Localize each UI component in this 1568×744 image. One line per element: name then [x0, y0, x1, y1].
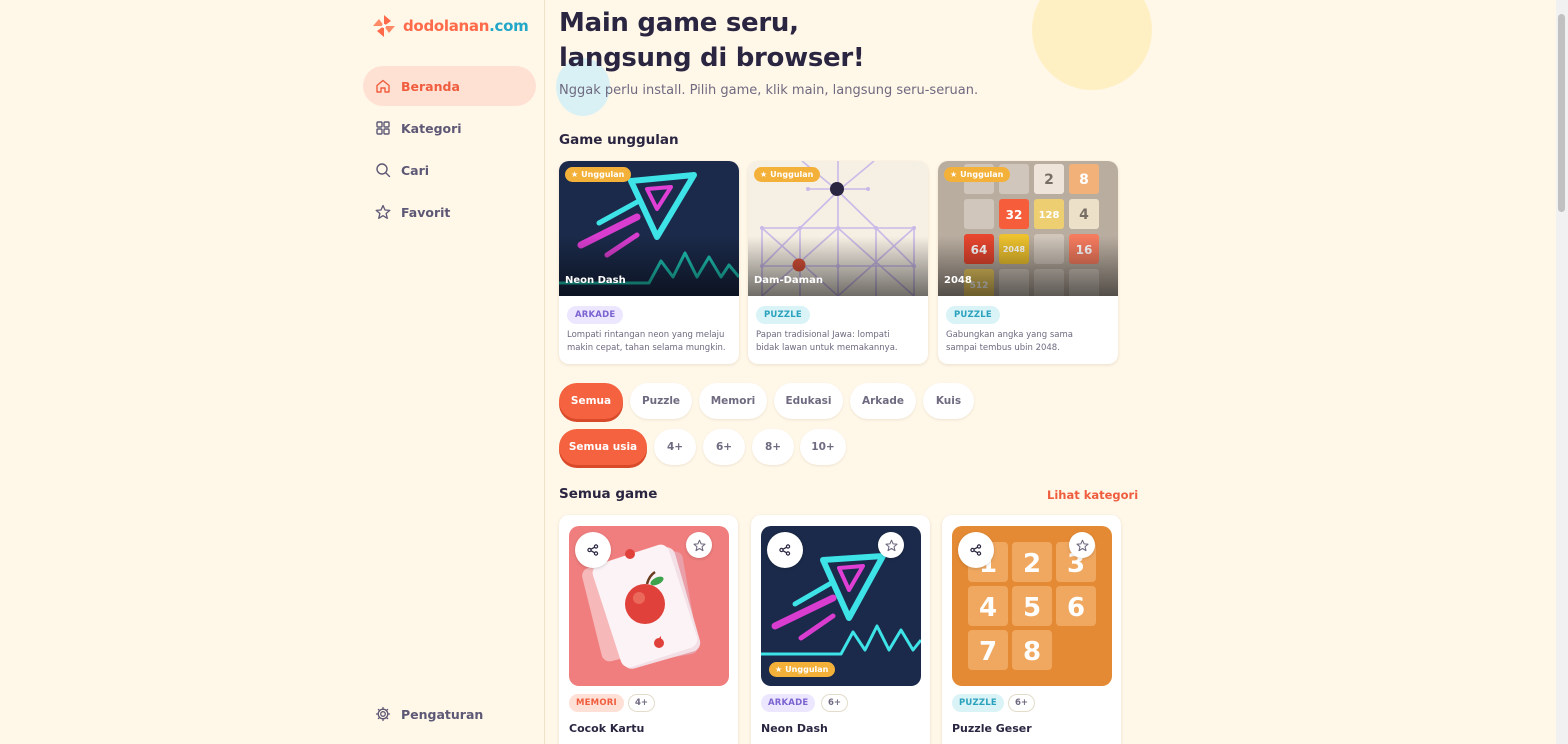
- grid-icon: [376, 121, 390, 135]
- brand-logo[interactable]: dodolanan.com: [371, 12, 529, 40]
- featured-badge: ★ Unggulan: [944, 167, 1011, 182]
- filter-age-10[interactable]: 10+: [800, 429, 846, 465]
- brand-name: dodolanan: [403, 17, 490, 35]
- sidebar-item-label: Kategori: [401, 120, 462, 136]
- game-card-title: Puzzle Geser: [952, 722, 1032, 735]
- featured-card-2048[interactable]: 2 8 32 128 4 64 2048 16 512 2048 ★Unggul…: [938, 161, 1118, 364]
- featured-card-desc: Papan tradisional Jawa: lompati bidak law…: [756, 330, 898, 353]
- favorite-button[interactable]: [1069, 532, 1095, 558]
- category-tag: ARKADE: [567, 306, 624, 324]
- sidebar-item-label: Beranda: [401, 78, 460, 94]
- svg-text:128: 128: [1039, 210, 1060, 221]
- svg-text:6: 6: [1067, 593, 1085, 623]
- page-title: Main game seru, langsung di browser!: [559, 6, 865, 76]
- star-icon: [375, 204, 391, 219]
- sidebar-item-label: Cari: [401, 162, 430, 178]
- age-badge: 6+: [821, 694, 849, 712]
- page-scrollbar[interactable]: [1556, 0, 1568, 744]
- sidebar-item-label: Pengaturan: [401, 706, 484, 722]
- filter-age-4[interactable]: 4+: [654, 429, 696, 465]
- svg-text:8: 8: [1079, 172, 1089, 188]
- game-card-puzzle-geser[interactable]: 1 2 3 4 5 6 7 8 PUZZLE 6+ Puzzle Geser: [942, 515, 1121, 744]
- share-icon: [587, 544, 599, 556]
- svg-text:2: 2: [1044, 172, 1054, 188]
- home-icon: [376, 79, 390, 93]
- game-card-title: Cocok Kartu: [569, 722, 645, 735]
- sidebar: dodolanan.com Beranda Kategori Cari Favo…: [0, 0, 545, 744]
- featured-card-desc: Lompati rintangan neon yang melaju makin …: [567, 330, 726, 353]
- filter-category-kuis[interactable]: Kuis: [923, 383, 974, 419]
- svg-text:5: 5: [1023, 593, 1041, 623]
- sidebar-item-label: Favorit: [401, 204, 451, 220]
- favorite-button[interactable]: [878, 532, 904, 558]
- svg-text:7: 7: [979, 637, 997, 667]
- scrollbar-thumb[interactable]: [1558, 14, 1565, 212]
- filter-category-arkade[interactable]: Arkade: [850, 383, 916, 419]
- sidebar-item-pengaturan[interactable]: Pengaturan: [363, 694, 536, 734]
- featured-badge: ★ Unggulan: [565, 167, 632, 182]
- favorite-button[interactable]: [686, 532, 712, 558]
- game-card-title: Neon Dash: [761, 722, 828, 735]
- svg-text:4: 4: [979, 593, 997, 623]
- title-line-1: Main game seru,: [559, 8, 799, 38]
- share-icon: [970, 544, 982, 556]
- featured-section-title: Game unggulan: [559, 132, 679, 148]
- category-tag: ARKADE: [761, 694, 816, 712]
- share-button[interactable]: [958, 532, 994, 568]
- decor-circle-yellow: [1032, 0, 1152, 90]
- sidebar-item-cari[interactable]: Cari: [363, 150, 536, 190]
- star-outline-icon: [1075, 539, 1089, 551]
- filter-age-semua-usia[interactable]: Semua usia: [559, 429, 647, 465]
- game-card-cocok-kartu[interactable]: MEMORI 4+ Cocok Kartu: [559, 515, 738, 744]
- svg-text:4: 4: [1079, 207, 1089, 223]
- star-icon: ★: [775, 665, 783, 674]
- pinwheel-icon: [373, 15, 395, 37]
- title-line-2: langsung di browser!: [559, 43, 865, 73]
- featured-card-neon-dash[interactable]: Neon Dash ★ Unggulan ARKADE Lompati rinta…: [559, 161, 739, 364]
- filter-category-semua[interactable]: Semua: [559, 383, 623, 419]
- see-categories-link[interactable]: Lihat kategori: [1047, 488, 1138, 502]
- featured-badge: ★ Unggulan: [769, 662, 836, 677]
- star-icon: ★: [571, 170, 579, 179]
- category-tag: PUZZLE: [946, 306, 1000, 324]
- category-tag: PUZZLE: [756, 306, 810, 324]
- sidebar-item-beranda[interactable]: Beranda: [363, 66, 536, 106]
- star-icon: ★: [760, 170, 768, 179]
- svg-text:2: 2: [1023, 549, 1041, 579]
- filter-category-puzzle[interactable]: Puzzle: [630, 383, 692, 419]
- filter-category-edukasi[interactable]: Edukasi: [774, 383, 843, 419]
- category-tag: PUZZLE: [952, 694, 1004, 712]
- star-outline-icon: [692, 539, 706, 551]
- search-icon: [376, 163, 391, 178]
- share-button[interactable]: [575, 532, 611, 568]
- all-games-section-title: Semua game: [559, 486, 658, 502]
- sidebar-item-favorit[interactable]: Favorit: [363, 192, 536, 232]
- category-tag: MEMORI: [569, 694, 624, 712]
- svg-text:32: 32: [1006, 208, 1023, 222]
- page-subtitle: Nggak perlu install. Pilih game, klik ma…: [559, 83, 979, 98]
- share-button[interactable]: [767, 532, 803, 568]
- star-icon: ★: [950, 170, 958, 179]
- brand-domain: .com: [489, 17, 529, 35]
- featured-card-dam-daman[interactable]: Dam-Daman ★ Unggulan PUZZLE Papan tradisi…: [748, 161, 928, 364]
- share-icon: [779, 544, 791, 556]
- filter-age-6[interactable]: 6+: [703, 429, 745, 465]
- age-badge: 4+: [628, 694, 656, 712]
- featured-card-desc: Gabungkan angka yang sama sampai tembus u…: [946, 330, 1073, 353]
- featured-badge: ★ Unggulan: [754, 167, 821, 182]
- gear-icon: [375, 706, 391, 722]
- star-outline-icon: [884, 539, 898, 551]
- age-badge: 6+: [1008, 694, 1036, 712]
- game-card-neon-dash[interactable]: ★ Unggulan ARKADE 6+ Neon Dash: [751, 515, 930, 744]
- svg-text:8: 8: [1023, 637, 1041, 667]
- filter-category-memori[interactable]: Memori: [699, 383, 767, 419]
- sidebar-item-kategori[interactable]: Kategori: [363, 108, 536, 148]
- filter-age-8[interactable]: 8+: [752, 429, 794, 465]
